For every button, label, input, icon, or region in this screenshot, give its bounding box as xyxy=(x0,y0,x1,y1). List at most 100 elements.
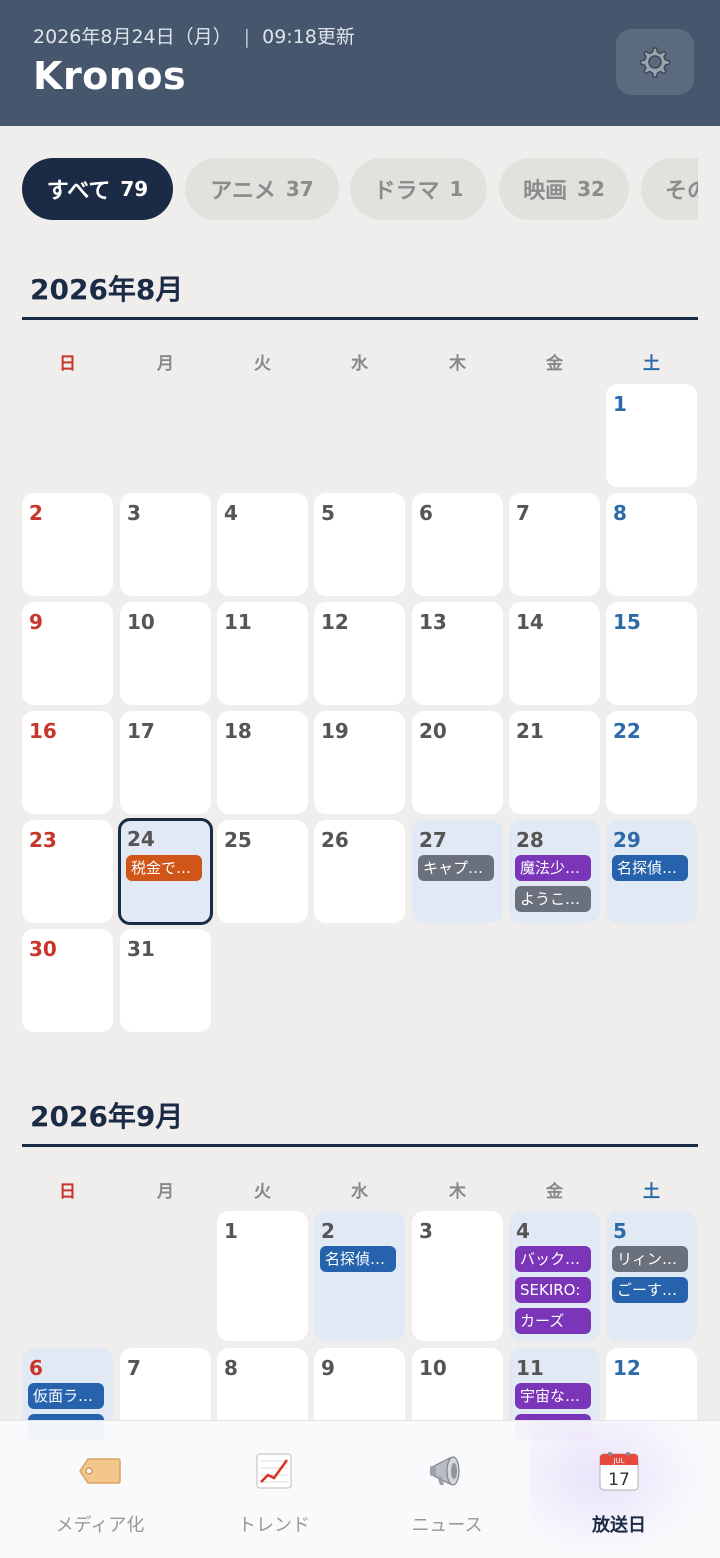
nav-label: 放送日 xyxy=(592,1515,646,1536)
calendar-day[interactable]: 3 xyxy=(120,493,211,596)
event-tag[interactable]: カーズ xyxy=(515,1308,591,1334)
day-number: 21 xyxy=(516,719,544,743)
weekday-header: 火 xyxy=(254,354,271,374)
calendar-day[interactable]: 25 xyxy=(217,820,308,923)
weekday-header: 日 xyxy=(59,354,76,374)
calendar-day[interactable]: 23 xyxy=(22,820,113,923)
calendar-day[interactable]: 13 xyxy=(412,602,503,705)
event-tag[interactable]: 魔法少… xyxy=(515,855,591,881)
weekday-header: 火 xyxy=(254,1182,271,1202)
day-number: 29 xyxy=(613,828,641,852)
filter-chip-drama[interactable]: ドラマ 1 xyxy=(350,158,487,220)
nav-news[interactable]: ニュース xyxy=(357,1421,537,1558)
app-header: 2026年8月24日（月） | 09:18更新 Kronos xyxy=(0,0,720,126)
day-number: 10 xyxy=(419,1356,447,1380)
calendar-day[interactable]: 18 xyxy=(217,711,308,814)
day-number: 30 xyxy=(29,937,57,961)
day-number: 2 xyxy=(321,1219,335,1243)
filter-chip-anime[interactable]: アニメ 37 xyxy=(185,158,339,220)
gear-icon xyxy=(639,47,671,78)
weekday-header: 土 xyxy=(643,354,660,374)
calendar-day[interactable]: 29 名探偵… xyxy=(606,820,697,923)
day-number: 18 xyxy=(224,719,252,743)
calendar-day[interactable]: 4 xyxy=(217,493,308,596)
app-title: Kronos xyxy=(33,54,187,98)
calendar-day[interactable]: 1 xyxy=(606,384,697,487)
filter-chip-movie[interactable]: 映画 32 xyxy=(499,158,629,220)
updated-time: 09:18更新 xyxy=(262,26,355,48)
event-tag[interactable]: バック… xyxy=(515,1246,591,1272)
nav-label: トレンド xyxy=(238,1515,310,1536)
day-number: 27 xyxy=(419,828,447,852)
calendar-day[interactable]: 9 xyxy=(22,602,113,705)
day-number: 25 xyxy=(224,828,252,852)
bottom-navigation: メディア化 トレンド ニュース JUL 17 放送日 xyxy=(0,1420,720,1558)
day-number: 5 xyxy=(321,501,335,525)
nav-trend[interactable]: トレンド xyxy=(184,1421,364,1558)
calendar-day[interactable]: 15 xyxy=(606,602,697,705)
day-number: 16 xyxy=(29,719,57,743)
category-filter-bar: すべて79 アニメ37 ドラマ1 映画32 その xyxy=(22,158,698,222)
calendar-day[interactable]: 2 xyxy=(22,493,113,596)
weekday-header: 土 xyxy=(643,1182,660,1202)
event-tag[interactable]: 税金で… xyxy=(126,855,202,881)
filter-chip-all[interactable]: すべて 79 xyxy=(22,158,173,220)
event-tag[interactable]: リィン… xyxy=(612,1246,688,1272)
calendar-day[interactable]: 17 xyxy=(120,711,211,814)
filter-chip-other[interactable]: その xyxy=(641,158,698,220)
event-tag[interactable]: 名探偵… xyxy=(320,1246,396,1272)
month-divider xyxy=(22,1144,698,1147)
weekday-header: 金 xyxy=(546,354,563,374)
weekday-header: 金 xyxy=(546,1182,563,1202)
calendar-day[interactable]: 1 xyxy=(217,1211,308,1341)
day-number: 11 xyxy=(516,1356,544,1380)
calendar-day[interactable]: 5 xyxy=(314,493,405,596)
calendar-day-today[interactable]: 24 税金で… xyxy=(118,818,213,925)
event-tag[interactable]: 名探偵… xyxy=(612,855,688,881)
day-number: 31 xyxy=(127,937,155,961)
event-tag[interactable]: 仮面ラ… xyxy=(28,1383,104,1409)
calendar-day[interactable]: 19 xyxy=(314,711,405,814)
weekday-header: 月 xyxy=(157,1182,174,1202)
calendar-day[interactable]: 20 xyxy=(412,711,503,814)
weekday-header: 水 xyxy=(351,354,368,374)
calendar-day[interactable]: 31 xyxy=(120,929,211,1032)
day-number: 4 xyxy=(224,501,238,525)
nav-broadcast-date[interactable]: JUL 17 放送日 xyxy=(529,1421,709,1558)
calendar-day[interactable]: 27 キャプ… xyxy=(412,820,503,923)
day-number: 12 xyxy=(321,610,349,634)
day-number: 4 xyxy=(516,1219,530,1243)
event-tag[interactable]: SEKIRO: xyxy=(515,1277,591,1303)
calendar-day[interactable]: 28 魔法少… ようこ… xyxy=(509,820,600,923)
calendar-day[interactable]: 4 バック… SEKIRO: カーズ xyxy=(509,1211,600,1341)
day-number: 24 xyxy=(127,827,155,851)
event-tag[interactable]: キャプ… xyxy=(418,855,494,881)
nav-media-adaptation[interactable]: メディア化 xyxy=(10,1421,190,1558)
calendar-day[interactable]: 22 xyxy=(606,711,697,814)
calendar-day[interactable]: 3 xyxy=(412,1211,503,1341)
day-number: 8 xyxy=(224,1356,238,1380)
calendar-day[interactable]: 11 xyxy=(217,602,308,705)
calendar-day[interactable]: 21 xyxy=(509,711,600,814)
calendar-day[interactable]: 7 xyxy=(509,493,600,596)
calendar-day[interactable]: 30 xyxy=(22,929,113,1032)
calendar-day[interactable]: 10 xyxy=(120,602,211,705)
tag-icon xyxy=(78,1449,122,1493)
month-title: 2026年9月 xyxy=(30,1100,184,1133)
calendar-day[interactable]: 26 xyxy=(314,820,405,923)
calendar-day[interactable]: 12 xyxy=(314,602,405,705)
day-number: 3 xyxy=(419,1219,433,1243)
event-tag[interactable]: ようこ… xyxy=(515,886,591,912)
event-tag[interactable]: ごーす… xyxy=(612,1277,688,1303)
calendar-day[interactable]: 6 xyxy=(412,493,503,596)
day-number: 20 xyxy=(419,719,447,743)
calendar-day[interactable]: 8 xyxy=(606,493,697,596)
calendar-day[interactable]: 5 リィン… ごーす… xyxy=(606,1211,697,1341)
calendar-day[interactable]: 16 xyxy=(22,711,113,814)
day-number: 6 xyxy=(29,1356,43,1380)
calendar-day[interactable]: 14 xyxy=(509,602,600,705)
settings-button[interactable] xyxy=(616,29,694,95)
event-tag[interactable]: 宇宙な… xyxy=(515,1383,591,1409)
weekday-header: 日 xyxy=(59,1182,76,1202)
calendar-day[interactable]: 2 名探偵… xyxy=(314,1211,405,1341)
